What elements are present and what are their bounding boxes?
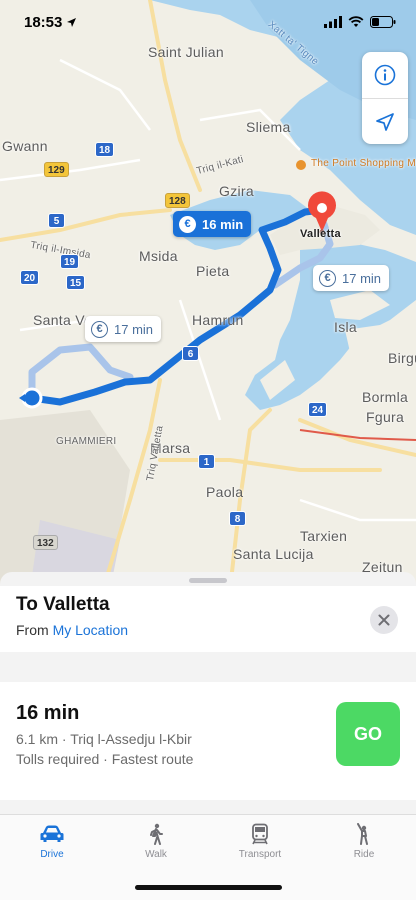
train-icon (252, 823, 268, 845)
route-time: 16 min (202, 216, 244, 232)
road-shield: 20 (20, 270, 40, 285)
destination-title: To Valletta (16, 594, 110, 615)
clock: 18:53 (24, 13, 63, 31)
place-label: Gwann (2, 138, 48, 154)
place-label: Santa Lucija (233, 546, 314, 562)
road-shield: 1 (198, 454, 215, 469)
tab-ride[interactable]: Ride (312, 815, 416, 900)
route-time: 17 min (114, 321, 154, 337)
battery-icon (370, 16, 396, 28)
road-shield: 128 (165, 193, 190, 208)
place-label: Paola (206, 484, 244, 500)
road-shield: 132 (33, 535, 58, 550)
tab-label: Walk (145, 849, 167, 860)
directions-sheet: To Valletta From My Location 16 min 6.1 … (0, 572, 416, 900)
map-controls (362, 52, 408, 144)
tab-label: Drive (40, 849, 64, 860)
origin-line: From My Location (16, 622, 400, 638)
ride-icon (357, 823, 368, 845)
place-label: Tarxien (300, 528, 348, 544)
destination-label[interactable]: Valletta (300, 228, 341, 240)
road-shield: 19 (60, 254, 80, 269)
origin-link[interactable]: My Location (53, 622, 128, 638)
close-icon (378, 614, 390, 626)
route-label-alt[interactable]: € 17 min (85, 316, 162, 342)
tab-label: Transport (238, 849, 282, 860)
cellular-signal-icon (324, 16, 342, 28)
place-label: Hamrun (192, 312, 244, 328)
home-indicator[interactable] (135, 885, 282, 890)
place-label: Saint Julian (148, 44, 224, 60)
location-services-icon (67, 17, 77, 27)
tab-label: Ride (353, 849, 375, 860)
place-label: Pieta (196, 263, 230, 279)
route-option[interactable]: 16 min 6.1 km · Triq l-Assedju l-Kbir To… (0, 682, 416, 800)
place-label: Birgu (388, 350, 416, 366)
tab-drive[interactable]: Drive (0, 815, 104, 900)
walk-icon (150, 823, 163, 845)
location-arrow-icon (376, 112, 394, 131)
road-shield: 15 (66, 275, 86, 290)
place-label: GHAMMIERI (56, 436, 117, 447)
info-button[interactable] (362, 52, 408, 98)
sheet-grabber[interactable] (189, 578, 227, 583)
locate-button[interactable] (362, 98, 408, 144)
road-shield: 8 (229, 511, 246, 526)
road-shield: 5 (48, 213, 65, 228)
place-label: Sliema (246, 119, 291, 135)
go-button[interactable]: GO (336, 702, 400, 766)
close-button[interactable] (370, 606, 398, 634)
place-label: Fgura (366, 409, 405, 425)
car-icon (40, 825, 64, 842)
road-shield: 129 (44, 162, 69, 177)
status-bar: 18:53 (0, 0, 416, 44)
map-base (0, 0, 416, 590)
road-shield: 24 (308, 402, 328, 417)
origin-prefix: From (16, 622, 49, 638)
place-label: Msida (139, 248, 178, 264)
wifi-icon (348, 16, 364, 27)
place-label: Bormla (362, 389, 409, 405)
road-shield: 6 (182, 346, 199, 361)
route-label-primary[interactable]: € 16 min (173, 211, 252, 237)
euro-toll-icon: € (179, 215, 196, 233)
poi-label[interactable]: The Point Shopping Mall (311, 158, 416, 169)
place-label: Gzira (219, 183, 254, 199)
route-time: 17 min (342, 270, 382, 286)
euro-toll-icon: € (91, 320, 108, 338)
euro-toll-icon: € (319, 269, 336, 287)
info-icon (374, 64, 396, 86)
sheet-header: To Valletta From My Location (0, 586, 416, 652)
place-label: Isla (334, 319, 357, 335)
road-shield: 18 (95, 142, 115, 157)
map-view[interactable]: Saint Julian Sliema Gwann Gzira Msida Pi… (0, 0, 416, 590)
route-label-alt[interactable]: € 17 min (313, 265, 390, 291)
